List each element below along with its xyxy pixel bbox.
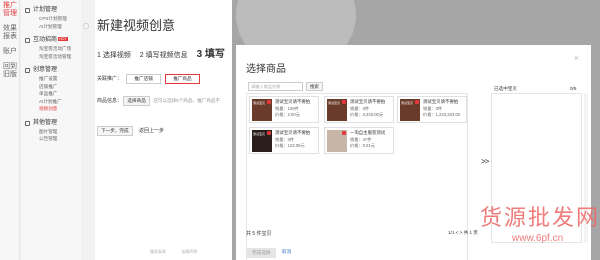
watermark-text: 货源批发网 — [480, 205, 600, 230]
product-card[interactable]: 测试宝贝 测试宝贝请不要拍 销量：0件 价格：1,233,333.00 — [397, 96, 467, 123]
selected-count: 0/5 — [570, 86, 577, 91]
product-card[interactable]: 一淘自主服装测试 销量：47件 价格：0.01元 — [324, 127, 394, 154]
sidebar-group-creative: 创意管理 推广设置 店铺推广 单品推广 AI计划推广 视频创意 — [21, 66, 81, 113]
option-promote-product[interactable]: 推广商品 — [165, 74, 200, 84]
step-indicator: 1 选择视频 2 填写视频信息 3 填写 — [97, 45, 232, 60]
creative-icon — [25, 68, 30, 73]
product-info-label: 商品信息： — [97, 98, 123, 104]
product-name: 测试宝贝请不要拍 — [275, 99, 311, 104]
product-price: 价格：0.01元 — [350, 143, 375, 148]
action-row: 下一步，完成 返回上一步 — [97, 126, 164, 136]
product-thumbnail: 测试宝贝 — [327, 99, 347, 121]
terms-link[interactable]: 服务条款 — [150, 249, 166, 254]
product-card[interactable]: 测试宝贝 测试宝贝请不要拍 销量：0件 价格：3,333.00元 — [324, 96, 394, 123]
search-button[interactable]: 搜索 — [306, 82, 323, 91]
checkbox-icon[interactable] — [415, 100, 419, 104]
product-price: 价格：123.00元 — [275, 143, 305, 148]
footer-links: 服务条款 法律声明 — [150, 249, 211, 255]
product-thumbnail — [327, 130, 347, 152]
sidebar-item[interactable]: 单品推广 — [21, 90, 81, 98]
product-card[interactable]: 测试宝贝 测试宝贝请不要拍 销量：139件 价格：2.00元 — [249, 96, 319, 123]
sidebar-item[interactable]: 店铺推广 — [21, 83, 81, 91]
sidebar-item[interactable]: AI计划管理 — [21, 23, 81, 31]
product-count: 共 5 件宝贝 — [246, 231, 272, 237]
select-product-button[interactable]: 选择商品 — [123, 96, 150, 106]
product-card[interactable]: 测试宝贝 测试宝贝请不要拍 销量：0件 价格：123.00元 — [249, 127, 319, 154]
product-price: 价格：1,233,333.00 — [423, 112, 461, 117]
sidebar-item[interactable]: 推广设置 — [21, 75, 81, 83]
product-thumbnail: 测试宝贝 — [252, 130, 272, 152]
close-icon[interactable]: × — [574, 53, 579, 63]
watermark-url: www.6pf.cn — [512, 233, 564, 244]
back-link[interactable]: 返回上一步 — [139, 128, 164, 134]
step-3: 3 填写 — [196, 49, 225, 60]
sidebar-group-head[interactable]: 互动招商 HOT — [21, 36, 81, 45]
sidebar-group-head[interactable]: 创意管理 — [21, 66, 81, 75]
checkbox-icon[interactable] — [267, 100, 271, 104]
plan-icon — [25, 8, 30, 13]
product-search-input[interactable]: 请输入商品名称 — [248, 82, 303, 91]
dialog-title: 选择商品 — [246, 64, 286, 75]
sidebar-group-plan: 计划管理 CPS计划管理 AI计划管理 — [21, 6, 81, 30]
link-type-row: 关联推广： 推广店铺 推广商品 — [97, 74, 200, 84]
sidebar-group-head[interactable]: 计划管理 — [21, 6, 81, 15]
legal-link[interactable]: 法律声明 — [181, 249, 197, 254]
sidebar-item[interactable]: 淘宝客活动广场 — [21, 45, 81, 53]
pagination: 1/1 < > 共 1 页 — [448, 230, 478, 236]
finish-selection-button[interactable]: 完成选择 — [246, 248, 277, 258]
option-promote-shop[interactable]: 推广店铺 — [126, 74, 161, 84]
link-type-label: 关联推广： — [97, 76, 123, 82]
vertical-nav: 推广管理 效果报表 账户 回到旧版 — [0, 0, 20, 260]
vnav-back-to-old[interactable]: 回到旧版 — [0, 61, 20, 84]
product-name: 一淘自主服装测试 — [350, 130, 386, 135]
checkbox-icon[interactable] — [342, 100, 346, 104]
checkbox-icon[interactable] — [267, 131, 271, 135]
prev-icon[interactable]: < — [456, 230, 459, 235]
selected-label: 已选中宝贝 — [494, 86, 517, 91]
product-name: 测试宝贝请不要拍 — [423, 99, 459, 104]
sidebar-item[interactable]: 淘宝客活动管理 — [21, 53, 81, 61]
vnav-effect-report[interactable]: 效果报表 — [0, 23, 20, 46]
product-name: 测试宝贝请不要拍 — [350, 99, 386, 104]
page-title: 新建视频创意 — [97, 18, 176, 33]
product-thumbnail: 测试宝贝 — [252, 99, 272, 121]
sidebar-group-head[interactable]: 其他管理 — [21, 119, 81, 128]
product-thumbnail: 测试宝贝 — [400, 99, 420, 121]
step-1: 1 选择视频 — [97, 52, 131, 59]
move-right-icon[interactable]: >> — [481, 157, 489, 166]
vnav-account[interactable]: 账户 — [0, 46, 20, 61]
page-current: 1/1 — [448, 230, 455, 235]
vnav-promotion-management[interactable]: 推广管理 — [0, 0, 20, 23]
product-price: 价格：2.00元 — [275, 112, 300, 117]
product-info-row: 商品信息： 选择商品 还可以选择5个商品，推广商品不 — [97, 96, 220, 106]
sidebar: 计划管理 CPS计划管理 AI计划管理 互动招商 HOT 淘宝客活动广场 淘宝客活… — [21, 0, 81, 260]
hot-badge: HOT — [58, 37, 68, 41]
product-list: 测试宝贝 测试宝贝请不要拍 销量：139件 价格：2.00元 测试宝贝 测试宝贝… — [246, 93, 468, 260]
next-button[interactable]: 下一步，完成 — [97, 126, 133, 136]
sidebar-item[interactable]: 公告管理 — [21, 135, 81, 143]
next-icon[interactable]: > — [460, 230, 463, 235]
cancel-link[interactable]: 取消 — [282, 249, 291, 255]
product-name: 测试宝贝请不要拍 — [275, 130, 311, 135]
sidebar-item[interactable]: 图片管理 — [21, 128, 81, 136]
merchant-icon — [25, 38, 30, 43]
sidebar-group-merchant: 互动招商 HOT 淘宝客活动广场 淘宝客活动管理 — [21, 36, 81, 60]
checkbox-icon[interactable] — [342, 131, 346, 135]
sidebar-item-video-creative[interactable]: 视频创意 — [21, 105, 81, 113]
other-icon — [25, 120, 30, 126]
product-hint: 还可以选择5个商品，推广商品不 — [153, 98, 221, 103]
sidebar-item[interactable]: CPS计划管理 — [21, 15, 81, 23]
collapse-sidebar-icon[interactable]: ‹ — [83, 23, 89, 29]
page-total: 共 1 页 — [463, 230, 478, 235]
product-price: 价格：3,333.00元 — [350, 112, 384, 117]
step-2: 2 填写视频信息 — [139, 52, 188, 59]
sidebar-group-other: 其他管理 图片管理 公告管理 — [21, 119, 81, 143]
sidebar-item[interactable]: AI计划推广 — [21, 98, 81, 106]
